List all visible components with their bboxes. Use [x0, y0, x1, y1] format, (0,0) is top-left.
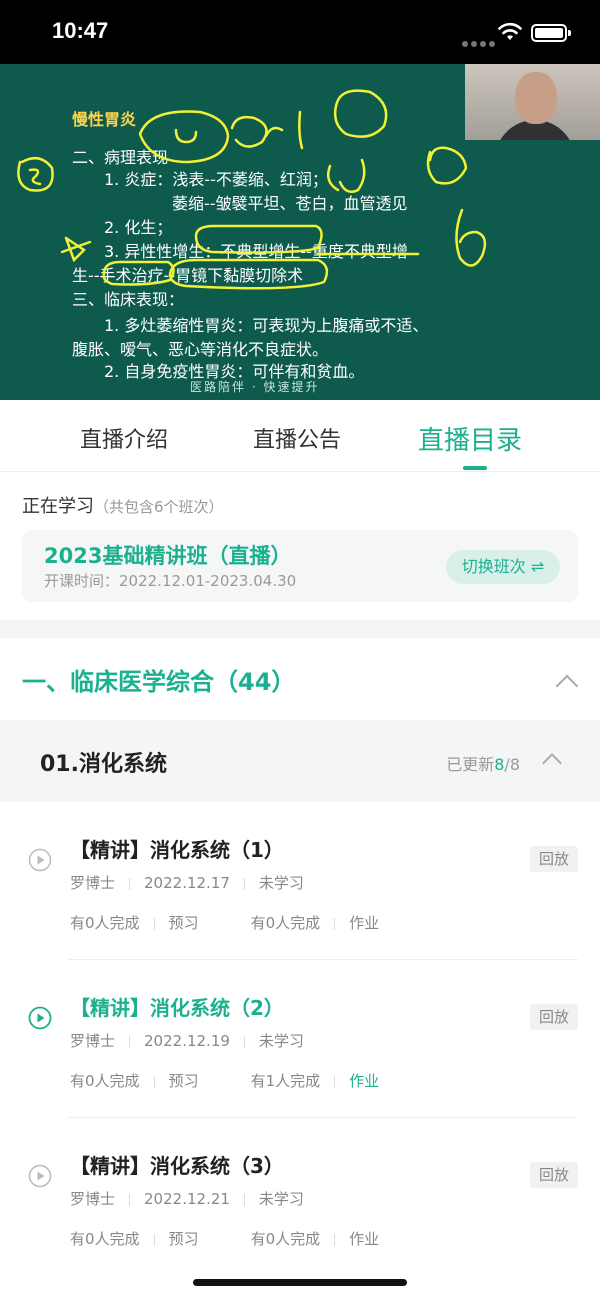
lesson-tasks: 有0人完成 预习 有0人完成 作业 — [70, 912, 379, 933]
lesson-title: 【精讲】消化系统（3） — [70, 1154, 284, 1178]
studying-count: （共包含6个班次） — [94, 498, 224, 516]
lesson-info: 罗博士 2022.12.19 未学习 — [70, 1030, 304, 1051]
homework-link[interactable]: 作业 — [349, 912, 379, 933]
play-icon[interactable] — [28, 1006, 52, 1030]
class-name: 2023基础精讲班（直播） — [44, 544, 292, 568]
lesson-date: 2022.12.19 — [144, 1032, 230, 1050]
lesson-info: 罗博士 2022.12.21 未学习 — [70, 1188, 304, 1209]
current-class-section: 正在学习（共包含6个班次） 2023基础精讲班（直播） 开课时间：2022.12… — [0, 472, 600, 620]
section-update-count: 已更新8/8 — [446, 751, 520, 775]
lesson-status: 未学习 — [258, 1032, 304, 1050]
lesson-status: 未学习 — [258, 874, 304, 892]
lesson-item[interactable]: 【精讲】消化系统（3） 罗博士 2022.12.21 未学习 有0人完成 预习 有0人完… — [0, 1118, 600, 1276]
play-icon[interactable] — [28, 1164, 52, 1188]
lesson-item[interactable]: 【精讲】消化系统（1） 罗博士 2022.12.17 未学习 有0人完成 预习 有0人完… — [0, 802, 600, 960]
play-icon[interactable] — [28, 848, 52, 872]
section-header[interactable]: 01.消化系统 已更新8/8 — [0, 720, 600, 802]
video-player[interactable]: 慢性胃炎 二、病理表现 1. 炎症：浅表--不萎缩、红润； 萎缩--皱襞平坦、苍… — [0, 64, 600, 400]
tab-live-intro[interactable]: 直播介绍 — [80, 422, 168, 454]
homework-link[interactable]: 作业 — [349, 1070, 379, 1091]
studying-label: 正在学习（共包含6个班次） — [22, 492, 224, 518]
tab-live-notice[interactable]: 直播公告 — [253, 422, 341, 454]
replay-tag: 回放 — [530, 1004, 578, 1030]
class-card[interactable]: 2023基础精讲班（直播） 开课时间：2022.12.01-2023.04.30… — [22, 530, 578, 602]
class-time: 开课时间：2022.12.01-2023.04.30 — [44, 572, 297, 590]
updated-count: 8 — [494, 755, 505, 774]
section-title: 01.消化系统 — [40, 752, 167, 777]
lesson-title: 【精讲】消化系统（1） — [70, 838, 284, 862]
signal-icon — [462, 32, 498, 51]
switch-class-button[interactable]: 切换班次 ⇌ — [446, 550, 560, 584]
lesson-status: 未学习 — [258, 1190, 304, 1208]
wifi-icon — [498, 22, 522, 40]
studying-title: 正在学习 — [22, 496, 94, 517]
homework-count: 有1人完成 — [250, 1072, 321, 1090]
preview-link[interactable]: 预习 — [169, 1070, 199, 1091]
lesson-date: 2022.12.17 — [144, 874, 230, 892]
chevron-up-icon[interactable] — [555, 674, 579, 698]
lesson-tasks: 有0人完成 预习 有1人完成 作业 — [70, 1070, 379, 1091]
updated-prefix: 已更新 — [446, 755, 495, 774]
chapter-title: 一、临床医学综合（44） — [22, 668, 296, 696]
tab-active-indicator — [463, 466, 487, 470]
preview-link[interactable]: 预习 — [169, 912, 199, 933]
tab-live-catalog[interactable]: 直播目录 — [418, 420, 522, 457]
teacher-camera[interactable] — [465, 64, 600, 140]
preview-count: 有0人完成 — [70, 1230, 140, 1248]
chevron-up-icon[interactable] — [542, 753, 562, 773]
lesson-title: 【精讲】消化系统（2） — [70, 996, 284, 1020]
battery-icon — [531, 24, 571, 42]
preview-link[interactable]: 预习 — [169, 1228, 199, 1249]
replay-tag: 回放 — [530, 846, 578, 872]
homework-link[interactable]: 作业 — [349, 1228, 379, 1249]
home-indicator — [193, 1279, 407, 1286]
lesson-date: 2022.12.21 — [144, 1190, 230, 1208]
lesson-tasks: 有0人完成 预习 有0人完成 作业 — [70, 1228, 379, 1249]
lesson-item[interactable]: 【精讲】消化系统（2） 罗博士 2022.12.19 未学习 有0人完成 预习 有1人完… — [0, 960, 600, 1118]
chapter-header[interactable]: 一、临床医学综合（44） — [0, 638, 600, 720]
status-time: 10:47 — [52, 18, 109, 43]
teacher-name: 罗博士 — [70, 1190, 116, 1208]
section-divider — [0, 620, 600, 638]
teacher-name: 罗博士 — [70, 1032, 116, 1050]
tab-bar: 直播介绍 直播公告 直播目录 — [0, 400, 600, 472]
homework-count: 有0人完成 — [250, 1230, 321, 1248]
lesson-info: 罗博士 2022.12.17 未学习 — [70, 872, 304, 893]
homework-count: 有0人完成 — [250, 914, 321, 932]
updated-total: /8 — [504, 755, 520, 774]
preview-count: 有0人完成 — [70, 1072, 140, 1090]
status-bar: 10:47 — [0, 0, 600, 64]
teacher-name: 罗博士 — [70, 874, 116, 892]
preview-count: 有0人完成 — [70, 914, 140, 932]
replay-tag: 回放 — [530, 1162, 578, 1188]
